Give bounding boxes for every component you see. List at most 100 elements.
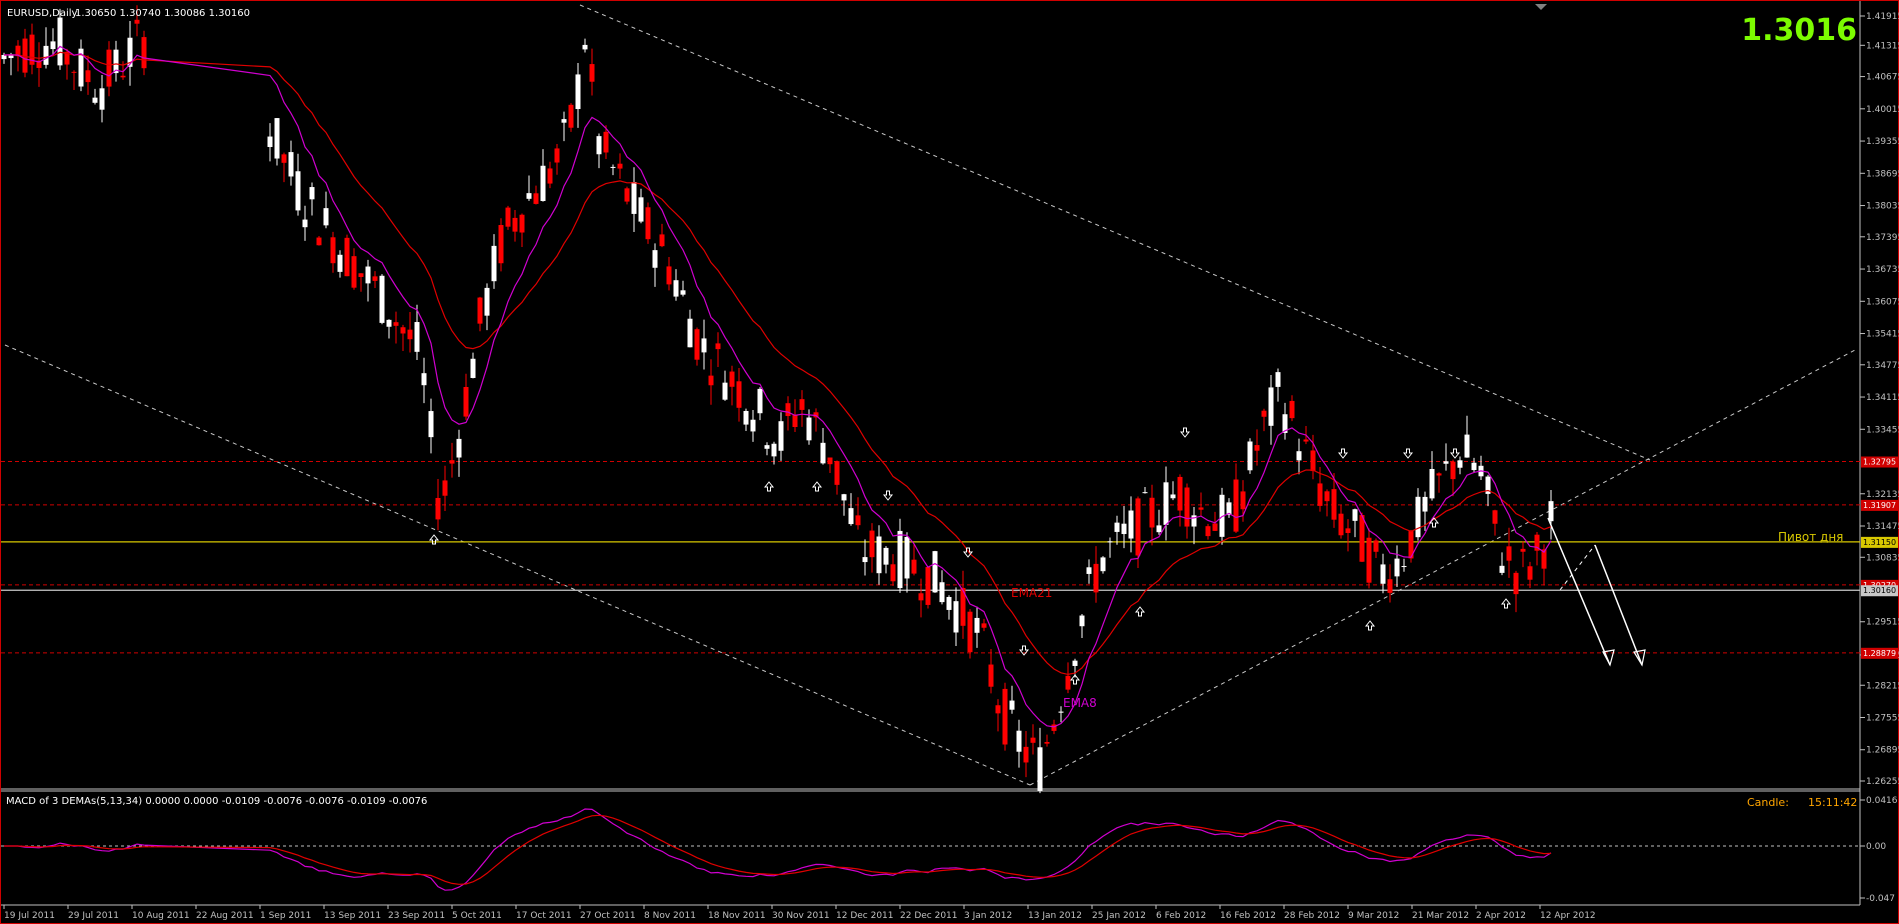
candle-body: [757, 388, 763, 414]
candle-body: [442, 480, 448, 496]
candle-body: [498, 225, 504, 264]
candle-body: [1261, 410, 1267, 417]
candle-body: [1128, 510, 1134, 539]
candle-body: [736, 381, 742, 408]
candle-body: [323, 208, 329, 226]
candle-body: [435, 497, 441, 520]
price-tick-label: 1.41315: [1866, 41, 1899, 51]
candle-body: [519, 214, 525, 233]
candle-body: [309, 187, 315, 200]
level-price-label: 1.30160: [1863, 586, 1896, 595]
ema8-label: EMA8: [1063, 696, 1097, 710]
forecast-arrows: [1547, 517, 1646, 667]
candle-body: [1422, 496, 1428, 512]
candle-body: [967, 611, 973, 653]
candle-body: [372, 276, 378, 281]
fractal-up-icon: [811, 481, 823, 492]
candle-body: [351, 256, 357, 288]
candle-body: [1520, 548, 1526, 552]
forecast-dash: [1559, 544, 1596, 591]
time-tick-label: 8 Nov 2011: [644, 911, 696, 921]
candle-body: [561, 119, 567, 123]
candle-body: [1072, 660, 1078, 666]
fractal-up-icon: [1364, 620, 1376, 631]
candle-body: [1086, 567, 1092, 574]
candle-body: [1163, 482, 1169, 525]
fractal-down-icon: [1018, 645, 1030, 656]
level-price-label: 1.32795: [1863, 458, 1896, 467]
candle-body: [582, 44, 588, 50]
candle-body: [1401, 566, 1407, 568]
candle-body: [1548, 501, 1554, 522]
time-tick-label: 21 Mar 2012: [1412, 911, 1469, 921]
candle-body: [820, 442, 826, 464]
candle-body: [652, 250, 658, 268]
price-tick-label: 1.34115: [1866, 393, 1899, 403]
candle-body: [540, 165, 546, 202]
candle-body: [1114, 522, 1120, 532]
candle-body: [1373, 540, 1379, 552]
candle-body: [1240, 491, 1246, 510]
scroll-marker-icon[interactable]: [1535, 4, 1547, 10]
ema21-label: EMA21: [1011, 586, 1052, 600]
candle-body: [778, 421, 784, 451]
candle-body: [589, 64, 595, 82]
candle-body: [666, 266, 672, 285]
candle-body: [512, 217, 518, 232]
candle-body: [715, 343, 721, 350]
time-tick-label: 16 Feb 2012: [1220, 911, 1276, 921]
time-tick-label: 2 Apr 2012: [1476, 911, 1526, 921]
candle-body: [953, 601, 959, 633]
candle-body: [568, 104, 574, 128]
candle-body: [631, 181, 637, 214]
price-tick-label: 1.37395: [1866, 233, 1899, 243]
candle-body: [659, 234, 665, 247]
candle-body: [267, 136, 273, 148]
candle-body: [526, 193, 532, 199]
candle-body: [680, 290, 686, 295]
time-tick-label: 5 Oct 2011: [452, 911, 502, 921]
ema21-line: [3, 51, 1552, 676]
candles: [1, 5, 1554, 794]
time-tick-label: 25 Jan 2012: [1092, 911, 1146, 921]
candle-body: [862, 557, 868, 563]
candle-body: [869, 530, 875, 558]
candle-body: [729, 371, 735, 387]
candle-body: [505, 207, 511, 227]
candle-body: [295, 171, 301, 211]
candle-body: [743, 410, 749, 425]
fractal-up-icon: [763, 481, 775, 492]
candle-body: [1135, 498, 1141, 556]
candle-body: [477, 297, 483, 324]
price-chart[interactable]: 1.41915 1.41315 1.40675 1.40015 1.39355 1.386…: [0, 0, 1899, 924]
trendline-lower: [4, 344, 1031, 786]
candle-body: [876, 536, 882, 574]
candle-body: [281, 154, 287, 163]
candle-body: [106, 49, 112, 87]
candle-body: [764, 445, 770, 449]
price-tick-label: 1.29515: [1866, 618, 1899, 628]
candle-body: [547, 168, 553, 184]
candle-body: [92, 97, 98, 103]
candle-body: [792, 414, 798, 427]
time-tick-label: 17 Oct 2011: [516, 911, 572, 921]
candle-body: [841, 494, 847, 501]
time-tick-label: 29 Jul 2011: [68, 911, 119, 921]
candle-body: [71, 71, 77, 73]
candle-body: [1366, 537, 1372, 583]
candle-body: [554, 148, 560, 163]
candle-body: [141, 37, 147, 69]
candle-body: [946, 597, 952, 610]
price-tick-label: 1.40015: [1866, 105, 1899, 115]
candle-body: [491, 245, 497, 282]
time-tick-label: 27 Oct 2011: [580, 911, 636, 921]
candle-body: [1464, 434, 1470, 458]
price-tick-label: 1.30835: [1866, 553, 1899, 563]
candle-body: [85, 70, 91, 83]
candle-body: [1457, 460, 1463, 468]
candle-body: [1506, 546, 1512, 561]
candle-body: [834, 461, 840, 485]
candle-body: [344, 237, 350, 277]
candle-body: [1023, 746, 1029, 763]
macd-axis: 0.0416 0.00 -0.047: [1860, 796, 1898, 904]
